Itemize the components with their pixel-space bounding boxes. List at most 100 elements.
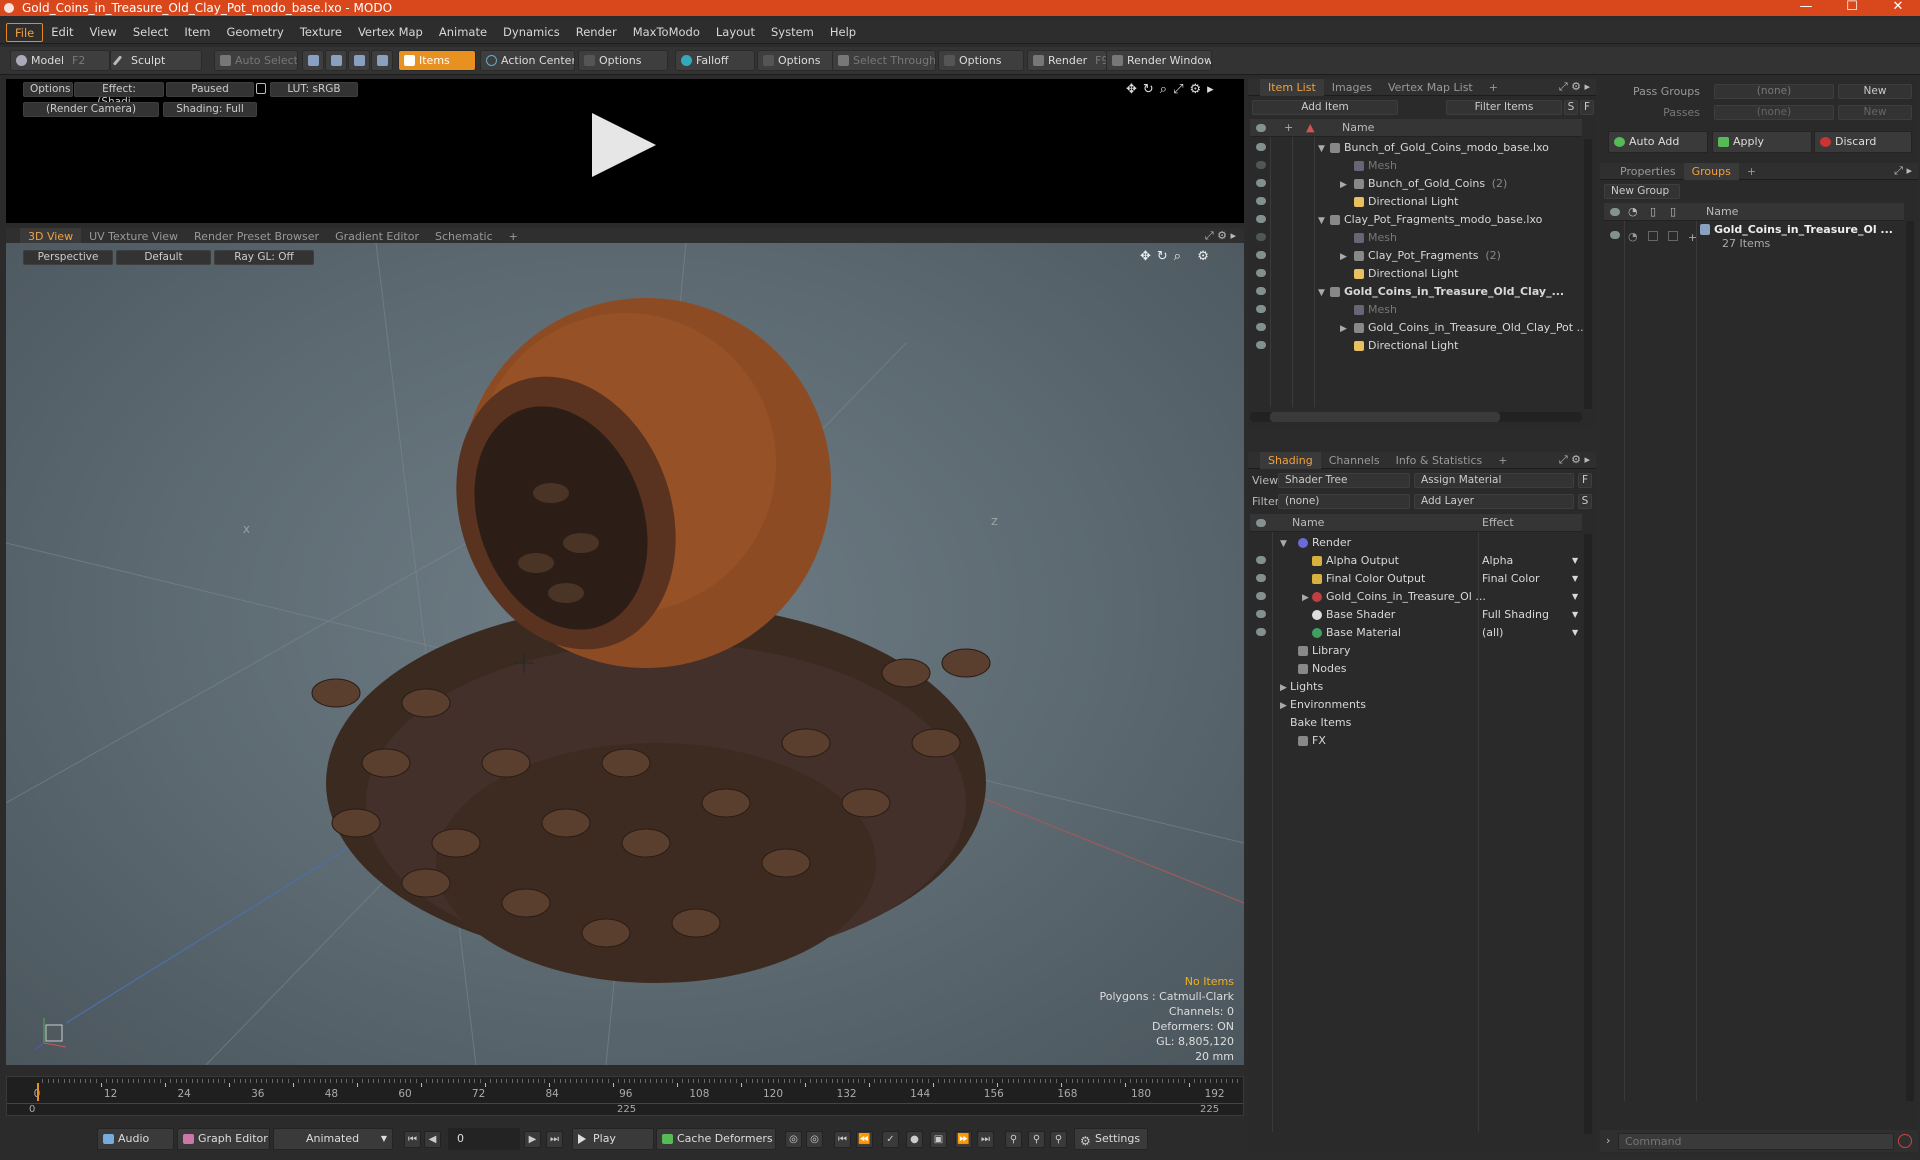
sculpt-mode-button[interactable]: Sculpt [110,50,202,71]
visibility-toggle-icon[interactable] [1256,143,1266,151]
visibility-toggle-icon[interactable] [1256,610,1266,618]
cache-deformers-button[interactable]: Cache Deformers [656,1128,776,1150]
key-toggle-icon[interactable]: ✓ [882,1131,899,1148]
tab-schematic[interactable]: Schematic [427,228,501,245]
preview-options-button[interactable]: Options [23,82,73,97]
itemlist-row[interactable]: ▶ Clay_Pot_Fragments (2) [1250,247,1582,265]
material-select-button[interactable] [371,50,393,71]
discard-button[interactable]: Discard [1814,131,1912,153]
tab-item-list[interactable]: Item List [1260,78,1324,96]
time-cursor[interactable] [37,1083,39,1101]
tab-properties[interactable]: Properties [1612,163,1684,180]
add-tab-button[interactable]: + [1490,452,1515,469]
shader-tree-row[interactable]: FX [1250,732,1582,750]
shader-tree-row[interactable]: Alpha Output Alpha ▼ [1250,552,1582,570]
visibility-toggle-icon[interactable] [1256,556,1266,564]
tab-channels[interactable]: Channels [1321,452,1388,469]
visibility-toggle-icon[interactable] [1610,231,1620,239]
filter-dropdown[interactable]: (none) [1278,494,1410,509]
go-end-button[interactable]: ⏭ [546,1131,563,1148]
range-start[interactable]: 0 [29,1104,35,1115]
s-toggle-button[interactable]: S [1564,100,1578,115]
key-next-icon[interactable]: ⏭ [977,1131,994,1148]
new-pass-group-button[interactable]: New [1838,84,1912,99]
range-end[interactable]: 225 [1200,1104,1219,1115]
tab-gradient-editor[interactable]: Gradient Editor [327,228,427,245]
lut-dropdown[interactable]: LUT: sRGB [270,82,358,97]
falloff-button[interactable]: Falloff [675,50,755,71]
animated-dropdown[interactable]: Animated ▼ [273,1128,393,1150]
menu-layout[interactable]: Layout [708,23,763,42]
play-button[interactable]: Play [572,1128,654,1150]
f-toggle-button[interactable]: F [1580,100,1594,115]
visibility-toggle-icon[interactable] [1256,161,1266,169]
items-mode-button[interactable]: Items [398,50,476,71]
passes-dropdown[interactable]: (none) [1714,105,1834,120]
add-tab-button[interactable]: + [1739,163,1764,180]
shading-panel-icons[interactable]: ⤢ ⚙ ▸ [1559,453,1590,467]
menu-dynamics[interactable]: Dynamics [495,23,568,42]
menu-item[interactable]: Item [176,23,218,42]
visibility-toggle-icon[interactable] [1256,341,1266,349]
chevron-down-icon[interactable]: ▼ [1572,570,1578,588]
itemlist-row[interactable]: Mesh [1250,157,1582,175]
tab-info-statistics[interactable]: Info & Statistics [1388,452,1491,469]
itemlist-row[interactable]: ▼ Bunch_of_Gold_Coins_modo_base.lxo [1250,139,1582,157]
itemlist-row[interactable]: Directional Light [1250,265,1582,283]
tab-groups[interactable]: Groups [1683,162,1739,180]
itemlist-row[interactable]: Directional Light [1250,337,1582,355]
auto-add-button[interactable]: Auto Add [1608,131,1708,153]
shader-row-effect[interactable]: Full Shading [1482,606,1549,624]
menu-view[interactable]: View [82,23,125,42]
menu-vertex-map[interactable]: Vertex Map [350,23,431,42]
shading-dropdown[interactable]: Shading: Full [163,102,257,117]
preview-nav-icons[interactable]: ✥↻⌕⤢⚙▸ [1126,82,1220,97]
key-set-icon[interactable]: ▣ [930,1131,947,1148]
close-button[interactable]: ✕ [1876,0,1920,16]
shader-tree-row[interactable]: Base Material (all) ▼ [1250,624,1582,642]
add-tab-button[interactable]: + [501,228,526,245]
effect-dropdown[interactable]: Effect: (Shadi... [74,82,164,108]
select-toggle-icon[interactable] [1668,231,1678,241]
chevron-down-icon[interactable]: ▼ [1572,552,1578,570]
timeline[interactable]: 0 12 24 36 48 60 72 84 96 108 120 132 144 156 168 180 19… [6,1076,1372,1116]
render-button[interactable]: RenderF9 [1027,50,1107,71]
play-icon[interactable] [592,113,656,177]
expand-icon[interactable]: ▶ [1340,320,1347,338]
apply-button[interactable]: Apply [1712,131,1812,153]
expand-icon[interactable]: ▶ [1340,248,1347,266]
itemlist-hscrollbar[interactable] [1250,412,1582,422]
expand-icon[interactable]: ▶ [1340,176,1347,194]
visibility-toggle-icon[interactable] [1256,287,1266,295]
visibility-toggle-icon[interactable] [1256,305,1266,313]
collapse-icon[interactable]: ▼ [1318,140,1325,158]
itemlist-hscroll-thumb[interactable] [1270,412,1500,422]
shader-tree-row[interactable]: ▼ Render [1250,534,1582,552]
key-icon-2[interactable]: ◎ [806,1131,823,1148]
tab-shading[interactable]: Shading [1260,451,1321,469]
lock-icon[interactable] [256,83,266,94]
shader-tree-row[interactable]: ▶ Lights [1250,678,1582,696]
groups-panel-icons[interactable]: ⤢ ▸ [1894,164,1912,178]
shading-vscrollbar[interactable] [1584,534,1592,1134]
shader-row-effect[interactable]: Final Color [1482,570,1540,588]
shader-tree-row[interactable]: Final Color Output Final Color ▼ [1250,570,1582,588]
maximize-button[interactable]: ☐ [1830,0,1874,16]
itemlist-row[interactable]: ▼ Gold_Coins_in_Treasure_Old_Clay_... [1250,283,1582,301]
render-window-button[interactable]: Render Window [1106,50,1212,71]
add-item-dropdown[interactable]: Add Item [1252,100,1398,115]
menu-maxtomodo[interactable]: MaxToModo [625,23,708,42]
tab-render-preset-browser[interactable]: Render Preset Browser [186,228,327,245]
chevron-down-icon[interactable]: ▼ [1572,606,1578,624]
visibility-toggle-icon[interactable] [1256,197,1266,205]
itemlist-row[interactable]: ▼ Clay_Pot_Fragments_modo_base.lxo [1250,211,1582,229]
vertex-select-button[interactable] [302,50,324,71]
shader-tree-row[interactable]: Nodes [1250,660,1582,678]
audio-button[interactable]: Audio [97,1128,174,1150]
shader-tree-row[interactable]: Base Shader Full Shading ▼ [1250,606,1582,624]
key-forward-icon[interactable]: ⏩ [955,1131,972,1148]
view-dropdown[interactable]: Shader Tree [1278,473,1410,488]
action-center-button[interactable]: Action Center [480,50,575,71]
visibility-toggle-icon[interactable] [1256,323,1266,331]
menu-edit[interactable]: Edit [43,23,81,42]
